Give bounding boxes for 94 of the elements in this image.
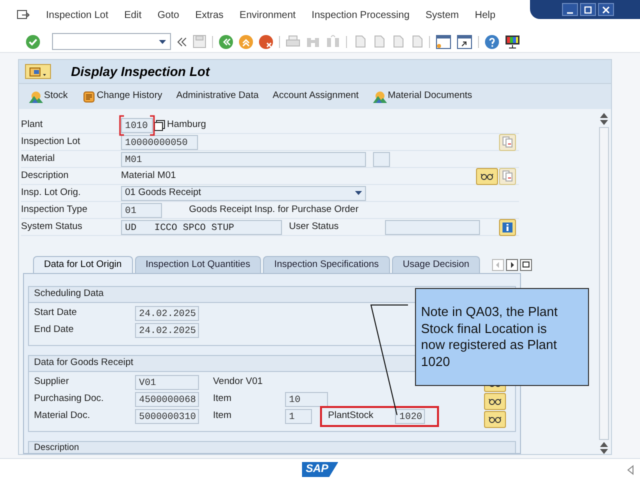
dropdown-caret-icon[interactable]	[355, 191, 362, 195]
mountain-icon	[372, 90, 387, 102]
monitor-icon[interactable]	[505, 34, 520, 48]
menu-item[interactable]: System	[426, 8, 459, 23]
input-field[interactable]: 4500000068	[135, 392, 199, 407]
field-label: Start Date	[34, 306, 78, 320]
field-label: Insp. Lot Orig.	[21, 186, 82, 200]
close-icon[interactable]	[598, 3, 614, 16]
maximize-icon[interactable]	[580, 3, 596, 16]
mountain-icon	[29, 90, 43, 102]
group-title: Scheduling Data	[34, 287, 104, 302]
field-value: Material M01	[121, 168, 176, 183]
scroll-icon	[82, 90, 96, 102]
checkmark-icon[interactable]	[26, 34, 40, 48]
scroll-down-icon[interactable]	[600, 120, 608, 125]
field-label: Item	[213, 392, 232, 406]
help-icon[interactable]	[485, 34, 499, 48]
field-label: Plant	[21, 118, 44, 132]
scroll-down-icon[interactable]	[600, 449, 608, 454]
back-icon[interactable]	[219, 34, 233, 48]
cancel-icon[interactable]	[259, 34, 273, 48]
menu-item[interactable]: Environment	[240, 8, 296, 23]
glasses-icon[interactable]	[484, 411, 506, 428]
document-icon[interactable]	[499, 134, 516, 150]
tab[interactable]: Inspection Specifications	[263, 256, 390, 273]
field-label: Item	[213, 409, 232, 424]
sap-logo: SAP	[302, 462, 338, 477]
toolbar-button[interactable]: Stock	[29, 89, 68, 104]
input-field[interactable]: 1010	[121, 118, 153, 132]
field-label: Supplier	[34, 375, 70, 390]
note-tooltip: Note in QA03, the Plant Stock final Location is now registered as Plant 1020	[415, 288, 589, 386]
minimize-icon[interactable]	[562, 3, 578, 16]
menu-icon[interactable]	[17, 10, 30, 21]
tab[interactable]: Inspection Lot Quantities	[134, 256, 262, 273]
input-field[interactable]	[373, 152, 390, 166]
field-label: System Status	[21, 220, 84, 234]
field-label: Inspection Type	[21, 202, 88, 217]
scroll-up-icon[interactable]	[600, 113, 608, 118]
menu-item[interactable]: Inspection Processing	[312, 8, 410, 23]
menu-item[interactable]: Help	[474, 8, 496, 23]
scroll-up-icon[interactable]	[600, 442, 608, 447]
shortcut-icon[interactable]	[457, 34, 472, 48]
glasses-icon[interactable]	[476, 168, 498, 184]
toolbar-button[interactable]: Material Documents	[372, 89, 472, 104]
group-title: Data for Goods Receipt	[34, 356, 134, 370]
document-icon[interactable]	[499, 168, 516, 184]
tab-right-icon[interactable]	[506, 259, 518, 271]
input-field[interactable]: 1	[285, 409, 312, 424]
input-field[interactable]: 24.02.2025	[135, 323, 199, 338]
dropdown-caret-icon[interactable]	[159, 40, 166, 44]
tab-list-icon[interactable]	[520, 259, 532, 271]
input-field[interactable]: 1020	[395, 409, 426, 424]
input-field[interactable]: 10	[285, 392, 328, 407]
input-field[interactable]	[385, 220, 480, 234]
exit-icon[interactable]	[239, 34, 253, 48]
dropdown-field[interactable]: 01 Goods Receipt	[121, 186, 366, 200]
input-field[interactable]: 5000000310	[135, 409, 199, 424]
input-field[interactable]: V01	[135, 375, 199, 390]
menu-item[interactable]: Extras	[195, 8, 224, 23]
scrollbar-thumb[interactable]	[599, 127, 610, 440]
field-description: Goods Receipt Insp. for Purchase Order	[189, 202, 358, 217]
new-window-icon[interactable]	[436, 34, 451, 48]
screen-title: Display Inspection Lot	[71, 62, 210, 81]
expand-left-icon[interactable]	[627, 464, 634, 474]
tab[interactable]: Data for Lot Origin	[33, 256, 133, 273]
group-title: Description	[34, 441, 80, 453]
collapse-icon[interactable]	[177, 36, 187, 46]
field-description: Hamburg	[167, 118, 206, 132]
tab[interactable]: Usage Decision	[392, 256, 480, 273]
info-icon[interactable]	[499, 218, 516, 236]
field-label: Purchasing Doc.	[34, 392, 105, 406]
input-field[interactable]: UD ICCO SPCO STUP	[121, 220, 282, 234]
input-field[interactable]: 10000000050	[121, 134, 198, 150]
glasses-icon[interactable]	[484, 393, 506, 410]
field-label: User Status	[289, 220, 340, 234]
toolbar-button[interactable]: Administrative Data	[176, 89, 259, 104]
input-field[interactable]: M01	[121, 152, 366, 166]
toolbar-button[interactable]: Account Assignment	[272, 89, 359, 104]
field-label: End Date	[34, 323, 75, 338]
input-field[interactable]: 24.02.2025	[135, 306, 199, 321]
screen-menu-button[interactable]	[25, 64, 51, 79]
input-field[interactable]: 01	[121, 202, 162, 218]
menu-item[interactable]: Inspection Lot	[46, 8, 108, 23]
field-label: PlantStock	[328, 409, 374, 424]
field-label: Inspection Lot	[21, 134, 82, 149]
field-description: Vendor V01	[213, 375, 263, 390]
field-label: Material Doc.	[34, 409, 91, 424]
menu-item[interactable]: Goto	[158, 8, 180, 23]
toolbar-button[interactable]: Change History	[82, 89, 162, 104]
field-label: Material	[21, 152, 56, 166]
menu-item[interactable]: Edit	[124, 8, 142, 23]
command-field[interactable]	[52, 33, 171, 50]
copy-icon[interactable]	[154, 120, 165, 130]
field-label: Description	[21, 168, 70, 183]
